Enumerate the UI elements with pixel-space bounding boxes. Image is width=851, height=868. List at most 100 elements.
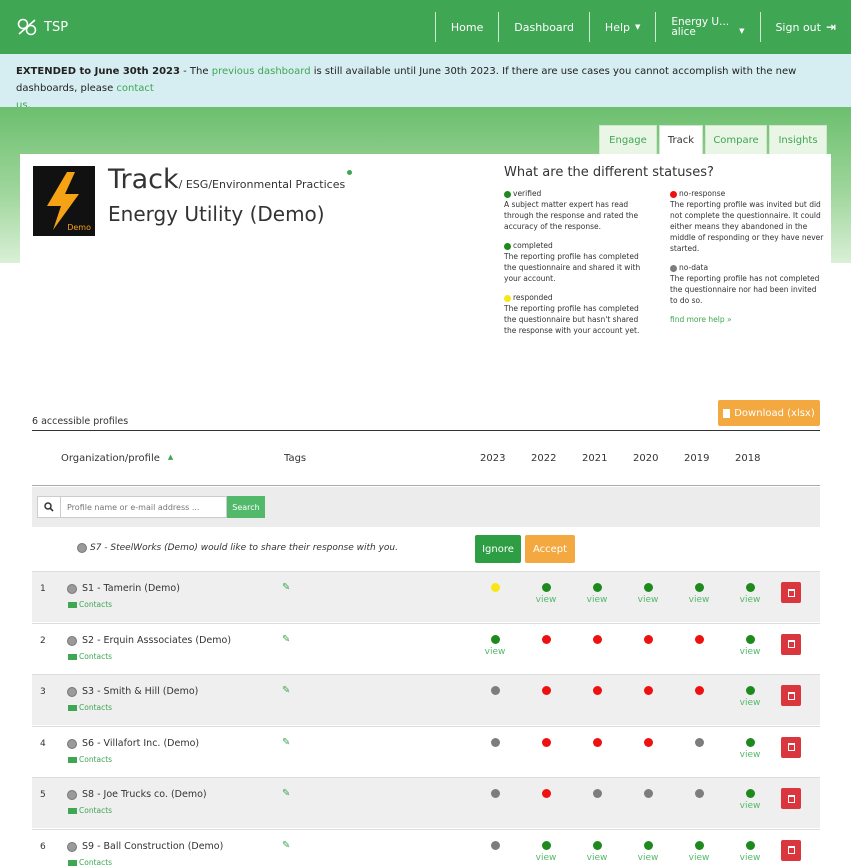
tab-engage[interactable]: Engage — [599, 125, 657, 154]
table-row: 6 S9 - Ball Construction (Demo) Contacts ✎ v… — [32, 828, 820, 868]
edit-tags-icon[interactable]: ✎ — [282, 788, 290, 799]
find-more-help-link[interactable]: find more help » — [670, 314, 825, 325]
globe-icon — [67, 738, 77, 749]
edit-tags-icon[interactable]: ✎ — [282, 634, 290, 645]
edit-tags-icon[interactable]: ✎ — [282, 737, 290, 748]
account-user: alice — [671, 26, 696, 38]
nav-help-label: Help — [604, 20, 630, 34]
year-status-cell — [633, 727, 663, 778]
status-legend-left: verified A subject matter expert has rea… — [504, 188, 652, 344]
tab-insights[interactable]: Insights — [769, 125, 827, 154]
info-icon[interactable] — [347, 170, 353, 175]
year-status-cell — [531, 675, 561, 726]
year-status-cell: view — [531, 830, 561, 868]
nav-home-link[interactable]: Home — [436, 0, 498, 54]
view-link[interactable]: view — [735, 853, 765, 863]
delete-button[interactable] — [781, 736, 801, 758]
status-dot-red — [592, 737, 602, 747]
status-dot-yellow — [490, 583, 500, 592]
view-link[interactable]: view — [582, 595, 612, 605]
contacts-link[interactable]: Contacts — [68, 703, 112, 712]
status-dot-green — [745, 737, 755, 747]
tab-compare[interactable]: Compare — [705, 125, 767, 154]
delete-button[interactable] — [781, 839, 801, 861]
column-year: 2019 — [684, 453, 710, 464]
nav-help-dropdown[interactable]: Help ▼ — [590, 0, 655, 54]
view-link[interactable]: view — [684, 853, 714, 863]
view-link[interactable]: view — [735, 595, 765, 605]
column-year: 2018 — [735, 453, 761, 464]
page-title-subtitle: / ESG/Environmental Practices — [178, 178, 346, 191]
profile-name[interactable]: S8 - Joe Trucks co. (Demo) — [82, 789, 207, 800]
view-link[interactable]: view — [633, 595, 663, 605]
previous-dashboard-link[interactable]: previous dashboard — [212, 66, 311, 77]
profile-name[interactable]: S3 - Smith & Hill (Demo) — [82, 686, 198, 697]
extension-alert: EXTENDED to June 30th 2023 - The previou… — [0, 54, 851, 111]
view-link[interactable]: view — [735, 801, 765, 811]
globe-icon — [67, 790, 77, 800]
contacts-link[interactable]: Contacts — [68, 858, 112, 867]
tab-track[interactable]: Track — [659, 125, 703, 155]
edit-tags-icon[interactable]: ✎ — [282, 582, 290, 593]
contacts-link[interactable]: Contacts — [68, 652, 112, 661]
row-number: 5 — [40, 790, 46, 800]
status-dot-red — [541, 789, 551, 798]
view-link[interactable]: view — [531, 595, 561, 605]
delete-button[interactable] — [781, 582, 801, 603]
status-dot-green — [745, 583, 755, 592]
delete-button[interactable] — [781, 685, 801, 706]
ignore-button[interactable]: Ignore — [475, 535, 521, 563]
globe-icon — [67, 687, 77, 697]
status-no-data: no-data The reporting profile has not co… — [670, 262, 825, 306]
view-link[interactable]: view — [684, 595, 714, 605]
profile-name[interactable]: S6 - Villafort Inc. (Demo) — [82, 738, 199, 749]
view-link[interactable]: view — [531, 853, 561, 863]
view-link[interactable]: view — [735, 647, 765, 657]
file-icon — [723, 408, 731, 418]
status-dot-grey — [490, 737, 500, 747]
header-card: Demo Track/ ESG/Environmental Practices … — [20, 154, 831, 386]
contacts-link[interactable]: Contacts — [68, 806, 112, 815]
nav-dashboard-link[interactable]: Dashboard — [499, 0, 589, 54]
search-button[interactable]: Search — [227, 496, 265, 518]
view-link[interactable]: view — [735, 698, 765, 708]
contacts-label: Contacts — [79, 857, 113, 867]
year-status-cell: view — [735, 830, 765, 868]
brand[interactable]: TSP — [0, 17, 435, 37]
edit-tags-icon[interactable]: ✎ — [282, 685, 290, 696]
trash-icon — [787, 640, 795, 648]
year-status-cell — [480, 572, 510, 623]
globe-icon — [67, 635, 77, 646]
delete-button[interactable] — [781, 633, 801, 655]
brand-name: TSP — [44, 19, 69, 35]
download-label: Download (xlsx) — [734, 407, 815, 419]
status-description: The reporting profile has completed the … — [504, 304, 640, 335]
edit-tags-icon[interactable]: ✎ — [282, 840, 290, 851]
nav-account-dropdown[interactable]: Energy U... alice ▼ — [656, 0, 759, 54]
year-status-cell — [684, 727, 714, 778]
profiles-count: 6 accessible profiles — [32, 416, 129, 427]
trash-icon — [787, 588, 795, 597]
view-link[interactable]: view — [480, 647, 510, 657]
view-link[interactable]: view — [633, 853, 663, 863]
download-xlsx-button[interactable]: Download (xlsx) — [718, 400, 820, 426]
accept-button[interactable]: Accept — [525, 535, 575, 563]
caret-down-icon: ▼ — [739, 27, 745, 35]
column-organization[interactable]: Organization/profile ▲ — [61, 453, 173, 464]
contact-us-link[interactable]: contact — [116, 83, 153, 94]
profile-search-input[interactable] — [61, 496, 227, 518]
profile-name[interactable]: S1 - Tamerin (Demo) — [82, 583, 180, 594]
view-link[interactable]: view — [582, 853, 612, 863]
view-link[interactable]: view — [735, 750, 765, 760]
contacts-link[interactable]: Contacts — [68, 600, 112, 609]
profile-name[interactable]: S2 - Erquin Asssociates (Demo) — [82, 635, 231, 646]
delete-button[interactable] — [781, 788, 801, 809]
status-label: completed — [513, 241, 553, 250]
envelope-icon — [68, 653, 77, 660]
divider — [32, 430, 820, 431]
contacts-link[interactable]: Contacts — [68, 755, 112, 764]
profile-name[interactable]: S9 - Ball Construction (Demo) — [82, 841, 223, 852]
nav-signout-link[interactable]: Sign out ⇥ — [760, 0, 851, 54]
status-completed: completed The reporting profile has comp… — [504, 240, 652, 284]
year-status-cell: view — [582, 830, 612, 868]
